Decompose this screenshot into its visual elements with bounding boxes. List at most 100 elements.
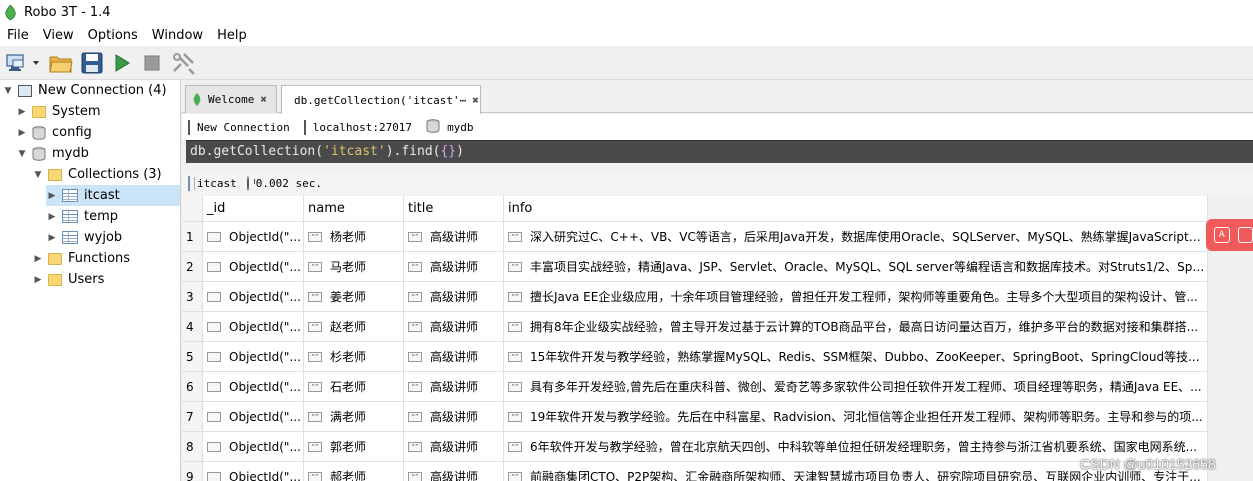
cell-id[interactable]: ObjectId("... — [203, 312, 304, 342]
tree-node-temp[interactable]: ▶ temp — [46, 206, 118, 227]
cell-value: 擅长Java EE企业级应用，十余年项目管理经验，曾担任开发工程师，架构师等重要… — [530, 290, 1198, 304]
connect-button[interactable] — [4, 50, 42, 76]
cell-id[interactable]: ObjectId("... — [203, 372, 304, 402]
cell-title[interactable]: “” 高级讲师 — [404, 222, 504, 252]
expand-arrow-icon[interactable]: ▶ — [32, 275, 44, 285]
cell-value: 高级讲师 — [430, 440, 479, 454]
expand-arrow-icon[interactable]: ▶ — [46, 191, 58, 201]
cell-info[interactable]: “” 具有多年开发经验,曾先后在重庆科普、微创、爱奇艺等多家软件公司担任软件开发工… — [504, 372, 1208, 402]
collapse-arrow-icon[interactable]: ▼ — [16, 149, 28, 159]
folder-icon — [48, 168, 62, 181]
cell-value: ObjectId("... — [229, 259, 301, 274]
row-number: 4 — [182, 312, 203, 342]
menu-window[interactable]: Window — [145, 28, 210, 43]
query-prefix: db.getCollection( — [190, 144, 324, 159]
row-number: 9 — [182, 462, 203, 481]
cell-value: 拥有8年企业级实战经验，曾主导开发过基于云计算的TOB商品平台，最高日访问量达百… — [530, 320, 1199, 334]
cell-title[interactable]: “” 高级讲师 — [404, 342, 504, 372]
cell-info[interactable]: “” 丰富项目实战经验，精通Java、JSP、Servlet、Oracle、MyS… — [504, 252, 1208, 282]
expand-arrow-icon[interactable]: ▶ — [16, 128, 28, 138]
tree-node-functions[interactable]: ▶ Functions — [32, 248, 131, 269]
menu-file[interactable]: File — [0, 28, 36, 43]
cell-title[interactable]: “” 高级讲师 — [404, 372, 504, 402]
string-type-icon: “” — [508, 261, 522, 272]
cell-id[interactable]: ObjectId("... — [203, 222, 304, 252]
close-tab-icon[interactable]: ✖ — [472, 94, 479, 107]
query-suffix: ) — [456, 144, 464, 159]
cell-id[interactable]: ObjectId("... — [203, 432, 304, 462]
cell-info[interactable]: “” 擅长Java EE企业级应用，十余年项目管理经验，曾担任开发工程师，架构师等… — [504, 282, 1208, 312]
save-button[interactable] — [80, 50, 104, 76]
cell-title[interactable]: “” 高级讲师 — [404, 462, 504, 481]
cell-title[interactable]: “” 高级讲师 — [404, 252, 504, 282]
string-type-icon — [207, 291, 221, 302]
cell-name[interactable]: “” 姜老师 — [304, 282, 404, 312]
results-table: _id name title info 1 ObjectId("... “” 杨老师 “… — [182, 196, 1208, 481]
cell-info[interactable]: “” 15年软件开发与教学经验，熟练掌握MySQL、Redis、SSM框架、Dub… — [504, 342, 1208, 372]
tree-node-users[interactable]: ▶ Users — [32, 269, 105, 290]
tree-node-wyjob[interactable]: ▶ wyjob — [46, 227, 123, 248]
result-collection-label: itcast — [197, 176, 237, 190]
computer-icon — [188, 119, 190, 135]
cell-id[interactable]: ObjectId("... — [203, 462, 304, 481]
cell-name[interactable]: “” 杉老师 — [304, 342, 404, 372]
cell-title[interactable]: “” 高级讲师 — [404, 402, 504, 432]
cell-name[interactable]: “” 杨老师 — [304, 222, 404, 252]
leaf-icon — [193, 93, 201, 106]
cell-info[interactable]: “” 19年软件开发与教学经验。先后在中科富星、Radvision、河北恒信等企业… — [504, 402, 1208, 432]
menu-view[interactable]: View — [36, 28, 81, 43]
execute-button[interactable] — [110, 50, 134, 76]
cell-id[interactable]: ObjectId("... — [203, 402, 304, 432]
tab-bar: Welcome ✖ db.getCollection('itcast'⋯ ✖ — [182, 80, 1253, 114]
column-header-name[interactable]: name — [304, 196, 404, 222]
column-header-info[interactable]: info — [504, 196, 1208, 222]
format-button[interactable] — [170, 50, 198, 76]
cell-name[interactable]: “” 郝老师 — [304, 462, 404, 481]
floating-tools[interactable]: A — [1206, 219, 1253, 251]
cell-id[interactable]: ObjectId("... — [203, 342, 304, 372]
tree-node-mydb[interactable]: ▼ mydb — [16, 143, 89, 164]
collapse-arrow-icon[interactable]: ▼ — [2, 86, 14, 96]
tab-welcome[interactable]: Welcome ✖ — [185, 85, 277, 113]
expand-arrow-icon[interactable]: ▶ — [46, 212, 58, 222]
cell-title[interactable]: “” 高级讲师 — [404, 282, 504, 312]
cell-name[interactable]: “” 石老师 — [304, 372, 404, 402]
expand-arrow-icon[interactable]: ▶ — [32, 254, 44, 264]
cell-name[interactable]: “” 郭老师 — [304, 432, 404, 462]
tree-node-collections[interactable]: ▼ Collections (3) — [32, 164, 162, 185]
column-header-title[interactable]: title — [404, 196, 504, 222]
menu-help[interactable]: Help — [210, 28, 254, 43]
stop-button[interactable] — [140, 50, 164, 76]
menu-options[interactable]: Options — [81, 28, 145, 43]
cell-info[interactable]: “” 深入研究过C、C++、VB、VC等语言，后采用Java开发，数据库使用Ora… — [504, 222, 1208, 252]
tree-node-itcast[interactable]: ▶ itcast — [46, 185, 180, 206]
cell-title[interactable]: “” 高级讲师 — [404, 432, 504, 462]
column-header-id[interactable]: _id — [203, 196, 304, 222]
collapse-arrow-icon[interactable]: ▼ — [32, 170, 44, 180]
cell-title[interactable]: “” 高级讲师 — [404, 312, 504, 342]
close-tab-icon[interactable]: ✖ — [260, 93, 267, 106]
query-editor[interactable]: db.getCollection('itcast').find({}) — [186, 140, 1253, 163]
tree-node-config[interactable]: ▶ config — [16, 122, 92, 143]
expand-arrow-icon[interactable]: ▶ — [46, 233, 58, 243]
tab-query[interactable]: db.getCollection('itcast'⋯ ✖ — [281, 85, 481, 114]
cell-value: ObjectId("... — [229, 439, 301, 454]
column-label: name — [308, 201, 345, 216]
screenshot-icon[interactable] — [1237, 227, 1253, 243]
cell-id[interactable]: ObjectId("... — [203, 282, 304, 312]
cell-id[interactable]: ObjectId("... — [203, 252, 304, 282]
string-type-icon: “” — [408, 441, 422, 452]
cell-name[interactable]: “” 马老师 — [304, 252, 404, 282]
tree-node-connection[interactable]: ▼ New Connection (4) — [2, 80, 167, 101]
expand-arrow-icon[interactable]: ▶ — [16, 107, 28, 117]
cell-name[interactable]: “” 满老师 — [304, 402, 404, 432]
cell-name[interactable]: “” 赵老师 — [304, 312, 404, 342]
open-button[interactable] — [48, 50, 74, 76]
tree-node-system[interactable]: ▶ System — [16, 101, 101, 122]
cell-info[interactable]: “” 拥有8年企业级实战经验，曾主导开发过基于云计算的TOB商品平台，最高日访问量… — [504, 312, 1208, 342]
tree-label-itcast: itcast — [84, 188, 120, 203]
string-type-icon: “” — [308, 471, 322, 481]
query-find: ).find( — [385, 144, 441, 159]
cell-value: ObjectId("... — [229, 289, 301, 304]
translate-icon[interactable]: A — [1214, 227, 1230, 243]
